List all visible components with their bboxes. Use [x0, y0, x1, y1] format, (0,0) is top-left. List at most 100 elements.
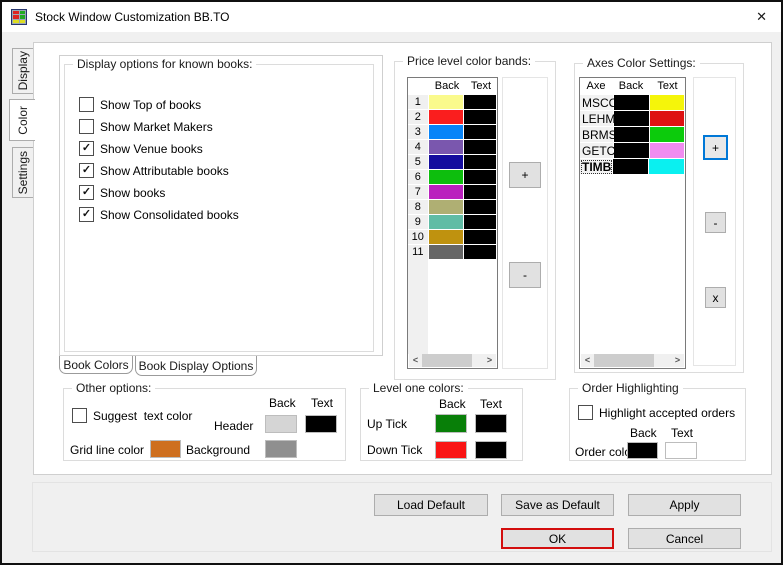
table-row[interactable]: 3	[408, 125, 497, 140]
checkbox-show-top-of-books[interactable]: Show Top of books	[79, 97, 239, 112]
table-row[interactable]: 5	[408, 155, 497, 170]
table-row[interactable]: 9	[408, 215, 497, 230]
background-label: Background	[186, 443, 250, 457]
tab-book-colors[interactable]: Book Colors	[59, 356, 133, 374]
price-bands-group: Price level color bands: Back Text 1 2 3…	[394, 61, 556, 380]
text-swatch	[650, 143, 685, 159]
scroll-thumb[interactable]	[594, 354, 654, 367]
ok-button[interactable]: OK	[501, 528, 614, 549]
tab-settings[interactable]: Settings	[12, 147, 34, 198]
text-swatch	[650, 95, 685, 111]
column-header-back: Back	[269, 396, 296, 410]
checkbox-box	[578, 405, 593, 420]
table-row[interactable]: BRMS	[580, 127, 685, 143]
scroll-thumb[interactable]	[422, 354, 472, 367]
column-header-text: Text	[480, 397, 502, 411]
level-one-group-title: Level one colors:	[369, 381, 468, 395]
back-swatch	[429, 200, 464, 215]
header-text-swatch[interactable]	[305, 415, 337, 433]
scroll-right-icon[interactable]: >	[483, 354, 496, 367]
close-icon[interactable]: ✕	[756, 9, 767, 25]
back-swatch	[614, 95, 650, 111]
text-swatch	[650, 127, 685, 143]
title-bar: Stock Window Customization BB.TO ✕	[2, 2, 781, 32]
header-back-swatch[interactable]	[265, 415, 297, 433]
table-row[interactable]: 10	[408, 230, 497, 245]
axes-table[interactable]: Axe Back Text MSCO LEHM BRMS GETC TIMB <…	[579, 77, 686, 369]
table-row[interactable]: 2	[408, 110, 497, 125]
column-header-back: Back	[630, 426, 657, 440]
checkbox-show-consolidated-books[interactable]: ✓Show Consolidated books	[79, 207, 239, 222]
axes-delete-button[interactable]: x	[705, 287, 726, 308]
table-row[interactable]: 1	[408, 95, 497, 110]
checkbox-box: ✓	[79, 141, 94, 156]
grid-line-color-swatch[interactable]	[150, 440, 181, 458]
table-row[interactable]: 7	[408, 185, 497, 200]
up-tick-text-swatch[interactable]	[475, 414, 507, 433]
axes-settings-group: Axes Color Settings: Axe Back Text MSCO …	[574, 63, 744, 373]
back-swatch	[429, 185, 464, 200]
scroll-left-icon[interactable]: <	[581, 354, 594, 367]
back-swatch	[429, 125, 464, 140]
load-default-button[interactable]: Load Default	[374, 494, 488, 516]
text-swatch	[464, 170, 497, 185]
text-swatch	[464, 110, 497, 125]
table-row[interactable]: GETC	[580, 143, 685, 159]
table-row[interactable]: 8	[408, 200, 497, 215]
tab-book-display-options[interactable]: Book Display Options	[135, 356, 257, 376]
checkbox-show-books[interactable]: ✓Show books	[79, 185, 239, 200]
text-swatch	[464, 140, 497, 155]
text-swatch	[464, 200, 497, 215]
text-swatch	[464, 125, 497, 140]
tab-color[interactable]: Color	[9, 99, 35, 141]
column-header-back: Back	[439, 397, 466, 411]
tab-display[interactable]: Display	[12, 48, 34, 94]
axes-hscrollbar[interactable]: < >	[581, 354, 684, 367]
level-one-colors-group: Level one colors: Back Text Up Tick Down…	[360, 388, 523, 461]
price-bands-table[interactable]: Back Text 1 2 3 4 5 6 7 8 9 10 11	[407, 77, 498, 369]
price-band-add-button[interactable]: +	[509, 162, 541, 188]
price-band-remove-button[interactable]: -	[509, 262, 541, 288]
table-row[interactable]: 11	[408, 245, 497, 260]
cancel-button[interactable]: Cancel	[628, 528, 741, 549]
table-row[interactable]: 6	[408, 170, 497, 185]
text-swatch	[464, 230, 497, 245]
down-tick-back-swatch[interactable]	[435, 441, 467, 459]
background-swatch[interactable]	[265, 440, 297, 458]
other-options-group-title: Other options:	[72, 381, 155, 395]
text-swatch	[464, 215, 497, 230]
table-row[interactable]: 4	[408, 140, 497, 155]
back-swatch	[614, 143, 650, 159]
text-swatch	[464, 245, 497, 260]
header-row-label: Header	[214, 419, 253, 433]
order-highlighting-group: Order Highlighting Highlight accepted or…	[569, 388, 746, 461]
down-tick-text-swatch[interactable]	[475, 441, 507, 459]
order-text-swatch[interactable]	[665, 442, 697, 459]
checkbox-suggest-text-color[interactable]: Suggest text color	[72, 408, 192, 423]
checkbox-highlight-accepted-orders[interactable]: Highlight accepted orders	[578, 405, 735, 420]
scroll-left-icon[interactable]: <	[409, 354, 422, 367]
price-bands-group-title: Price level color bands:	[403, 54, 535, 68]
back-swatch	[429, 95, 464, 110]
down-tick-label: Down Tick	[367, 443, 422, 457]
row-gutter	[408, 259, 428, 354]
checkbox-show-market-makers[interactable]: Show Market Makers	[79, 119, 239, 134]
checkbox-show-venue-books[interactable]: ✓Show Venue books	[79, 141, 239, 156]
axes-remove-button[interactable]: -	[705, 212, 726, 233]
book-options-group-title: Display options for known books:	[73, 57, 256, 71]
table-row selected-row[interactable]: TIMB	[580, 159, 685, 175]
table-row[interactable]: MSCO	[580, 95, 685, 111]
checkbox-show-attributable-books[interactable]: ✓Show Attributable books	[79, 163, 239, 178]
apply-button[interactable]: Apply	[628, 494, 741, 516]
table-row[interactable]: LEHM	[580, 111, 685, 127]
column-header-text: Text	[311, 396, 333, 410]
scroll-right-icon[interactable]: >	[671, 354, 684, 367]
order-back-swatch[interactable]	[627, 442, 658, 459]
price-bands-hscrollbar[interactable]: < >	[409, 354, 496, 367]
order-highlighting-group-title: Order Highlighting	[578, 381, 683, 395]
save-as-default-button[interactable]: Save as Default	[501, 494, 614, 516]
column-header-text: Text	[671, 426, 693, 440]
axes-add-button[interactable]: +	[703, 135, 728, 160]
app-icon	[11, 9, 27, 25]
up-tick-back-swatch[interactable]	[435, 414, 467, 433]
